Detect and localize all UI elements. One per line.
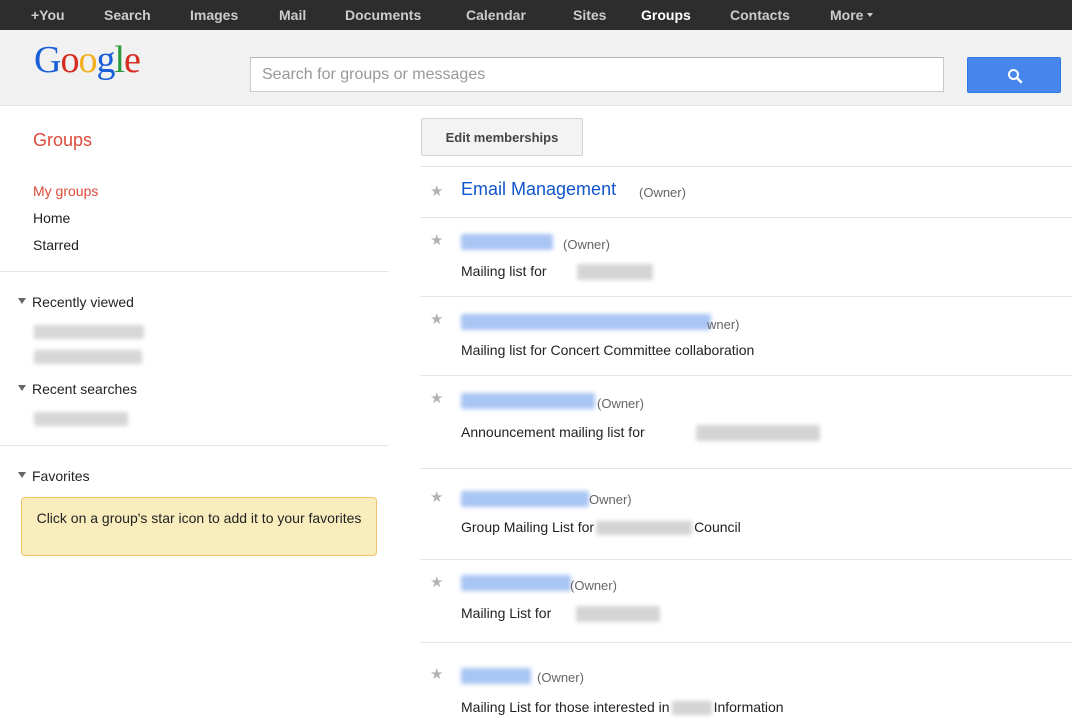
nav-you[interactable]: +You — [31, 0, 65, 30]
google-logo[interactable]: Google — [34, 38, 141, 82]
group-description: Announcement mailing list for — [461, 424, 645, 440]
redacted-text — [577, 264, 653, 280]
group-row: ★ (Owner) Mailing list for — [420, 218, 1072, 296]
redacted-group-name[interactable] — [461, 575, 571, 591]
redacted-text — [696, 425, 820, 441]
redacted-group-link[interactable] — [34, 350, 142, 364]
group-name-link[interactable]: Email Management — [461, 179, 616, 200]
redacted-group-name[interactable] — [461, 491, 589, 507]
group-row: ★ Owner) Group Mailing List for Council — [420, 469, 1072, 559]
nav-more-label: More — [830, 7, 864, 23]
star-icon[interactable]: ★ — [430, 489, 443, 507]
logo-letter: o — [60, 39, 79, 81]
redacted-text — [576, 606, 660, 622]
favorites-label: Favorites — [32, 468, 90, 484]
group-description: Mailing List for those interested in Info… — [461, 699, 784, 716]
description-text: Council — [694, 519, 741, 535]
group-description: Group Mailing List for Council — [461, 519, 741, 536]
favorites-hint: Click on a group's star icon to add it t… — [21, 497, 377, 556]
description-text: Mailing List for those interested in — [461, 699, 670, 715]
redacted-group-name[interactable] — [461, 393, 595, 409]
triangle-down-icon — [18, 385, 26, 392]
group-row: ★ Email Management (Owner) — [420, 167, 1072, 217]
redacted-group-link[interactable] — [34, 325, 144, 339]
group-row: ★ (Owner) Announcement mailing list for — [420, 376, 1072, 468]
group-description: Mailing List for — [461, 605, 552, 621]
top-navigation-bar: +You Search Images Mail Documents Calend… — [0, 0, 1072, 30]
sidebar-item-my-groups[interactable]: My groups — [33, 183, 98, 199]
owner-tag: (Owner) — [563, 237, 610, 252]
redacted-group-name[interactable] — [461, 314, 711, 330]
search-button[interactable] — [967, 57, 1061, 93]
recently-viewed-header[interactable]: Recently viewed — [18, 294, 134, 310]
owner-tag: (Owner) — [570, 578, 617, 593]
logo-letter: G — [34, 39, 61, 81]
star-icon[interactable]: ★ — [430, 311, 443, 329]
owner-tag: (Owner) — [639, 185, 686, 200]
sidebar-title: Groups — [33, 130, 93, 150]
owner-tag: Owner) — [589, 492, 632, 507]
star-icon[interactable]: ★ — [430, 183, 443, 201]
nav-contacts[interactable]: Contacts — [730, 0, 790, 30]
sidebar-item-starred[interactable]: Starred — [33, 237, 79, 253]
nav-more[interactable]: More — [830, 0, 874, 30]
logo-letter: l — [114, 39, 125, 81]
search-icon — [1008, 69, 1023, 84]
owner-tag: (Owner) — [597, 396, 644, 411]
group-row: ★ (Owner) Mailing List for those interes… — [420, 643, 1072, 724]
edit-memberships-button[interactable]: Edit memberships — [421, 118, 583, 156]
sidebar: Groups My groups Home Starred Recently v… — [0, 107, 389, 724]
redacted-text — [596, 521, 693, 536]
redacted-search-link[interactable] — [34, 412, 128, 426]
chevron-down-icon — [867, 13, 874, 18]
redacted-text — [671, 701, 712, 716]
nav-search[interactable]: Search — [104, 0, 151, 30]
triangle-down-icon — [18, 472, 26, 479]
group-description: Mailing list for — [461, 263, 547, 279]
nav-groups[interactable]: Groups — [641, 0, 691, 30]
star-icon[interactable]: ★ — [430, 574, 443, 592]
owner-tag: (Owner) — [537, 670, 584, 685]
main-content: Edit memberships ★ Email Management (Own… — [390, 107, 1072, 724]
description-text: Information — [713, 699, 784, 715]
header: Google — [0, 30, 1072, 106]
group-description: Mailing list for Concert Committee colla… — [461, 342, 755, 358]
logo-letter: g — [96, 39, 115, 81]
group-row: ★ wner) Mailing list for Concert Committ… — [420, 297, 1072, 375]
recently-viewed-label: Recently viewed — [32, 294, 134, 310]
recent-searches-header[interactable]: Recent searches — [18, 381, 137, 397]
nav-calendar[interactable]: Calendar — [466, 0, 526, 30]
redacted-group-name[interactable] — [461, 234, 553, 250]
sidebar-item-home[interactable]: Home — [33, 210, 70, 226]
nav-sites[interactable]: Sites — [573, 0, 606, 30]
divider — [0, 271, 389, 272]
owner-tag: wner) — [707, 317, 740, 332]
favorites-header[interactable]: Favorites — [18, 468, 90, 484]
star-icon[interactable]: ★ — [430, 232, 443, 250]
nav-documents[interactable]: Documents — [345, 0, 421, 30]
divider — [0, 445, 389, 446]
nav-mail[interactable]: Mail — [279, 0, 306, 30]
redacted-group-name[interactable] — [461, 668, 531, 684]
star-icon[interactable]: ★ — [430, 666, 443, 684]
nav-images[interactable]: Images — [190, 0, 238, 30]
recent-searches-label: Recent searches — [32, 381, 138, 397]
group-row: ★ (Owner) Mailing List for — [420, 560, 1072, 642]
search-input[interactable] — [250, 57, 944, 92]
logo-letter: e — [124, 39, 141, 81]
triangle-down-icon — [18, 298, 26, 305]
description-text: Group Mailing List for — [461, 519, 595, 535]
star-icon[interactable]: ★ — [430, 390, 443, 408]
logo-letter: o — [78, 39, 97, 81]
